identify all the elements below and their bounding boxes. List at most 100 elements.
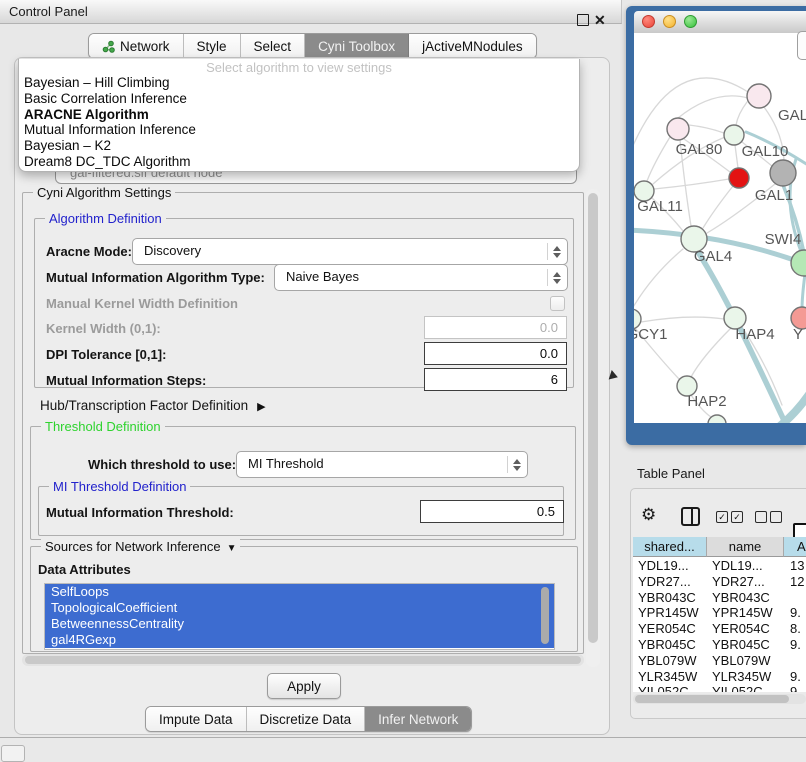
attribute-list-scrollbar[interactable] <box>541 587 549 644</box>
aracne-mode-combo[interactable]: Discovery <box>132 238 568 265</box>
column-header-next[interactable]: A <box>784 537 806 557</box>
algorithm-definition-title: Algorithm Definition <box>45 211 166 226</box>
network-canvas[interactable]: GALGAL80GAL10GAL1GAL11GAL4SWI4GCY1HAP4YH… <box>634 33 806 423</box>
attribute-item[interactable]: TopologicalCoefficient <box>45 600 554 616</box>
network-edge[interactable] <box>634 249 683 309</box>
mi-algorithm-type-combo[interactable]: Naive Bayes <box>274 264 568 291</box>
table-row[interactable]: YDR27...YDR27...12 <box>633 574 806 590</box>
network-edge[interactable] <box>735 145 738 168</box>
bottom-strip <box>0 738 806 762</box>
mi-steps-field[interactable]: 6 <box>424 368 567 391</box>
network-edge[interactable] <box>678 96 748 118</box>
table-row[interactable]: YER054CYER054C8. <box>633 621 806 637</box>
apply-button[interactable]: Apply <box>267 673 341 699</box>
tab-impute-data[interactable]: Impute Data <box>146 707 247 731</box>
deselect-all-unchecked-icon[interactable] <box>770 511 782 523</box>
mi-steps-label: Mutual Information Steps: <box>46 373 206 388</box>
network-edge[interactable] <box>691 328 731 377</box>
network-node-label: GAL1 <box>755 187 793 204</box>
network-edge[interactable] <box>641 317 724 322</box>
table-row[interactable]: YDL19...YDL19...13 <box>633 558 806 574</box>
network-edge[interactable] <box>647 137 670 181</box>
control-panel-title: Control Panel <box>0 0 621 23</box>
network-node-label: GCY1 <box>634 326 667 343</box>
manual-kernel-checkbox[interactable] <box>550 296 565 311</box>
network-node[interactable] <box>747 84 771 108</box>
which-threshold-combo[interactable]: MI Threshold <box>236 451 528 478</box>
network-edge[interactable] <box>703 186 733 228</box>
network-node-label: GAL80 <box>676 141 723 158</box>
tab-infer-network[interactable]: Infer Network <box>365 707 471 731</box>
mi-threshold-field[interactable]: 0.5 <box>420 500 564 523</box>
tab-cyni-toolbox[interactable]: Cyni Toolbox <box>305 34 409 58</box>
dropdown-item[interactable]: Mutual Information Inference <box>19 122 579 138</box>
dropdown-item[interactable]: Bayesian – K2 <box>19 138 579 154</box>
deselect-all-unchecked-icon[interactable] <box>755 511 767 523</box>
dropdown-item[interactable]: Basic Correlation Inference <box>19 91 579 107</box>
sources-title[interactable]: Sources for Network Inference▼ <box>41 539 240 554</box>
data-attributes-list: SelfLoops TopologicalCoefficient Between… <box>44 583 555 650</box>
mi-threshold-definition-title: MI Threshold Definition <box>49 479 190 494</box>
network-node[interactable] <box>667 118 689 140</box>
split-columns-icon[interactable] <box>681 507 700 526</box>
network-node[interactable] <box>729 168 749 188</box>
dropdown-item[interactable]: Dream8 DC_TDC Algorithm <box>19 154 579 170</box>
column-header-shared-name[interactable]: shared... <box>633 537 707 557</box>
dropdown-item-selected[interactable]: ARACNE Algorithm <box>19 107 579 123</box>
network-node[interactable] <box>724 125 744 145</box>
tab-network[interactable]: Network <box>89 34 184 58</box>
settings-gear-icon[interactable]: ⚙ <box>641 506 656 524</box>
algorithm-dropdown-list: Select algorithm to view settings Bayesi… <box>18 59 580 172</box>
minimize-traffic-light-icon[interactable] <box>663 15 676 28</box>
column-header-name[interactable]: name <box>707 537 784 557</box>
close-icon[interactable]: ✕ <box>594 13 606 27</box>
network-node-label: GAL11 <box>637 198 683 215</box>
settings-group-title: Cyni Algorithm Settings <box>33 185 175 200</box>
network-edge[interactable] <box>654 179 729 189</box>
tab-jactivemnodules[interactable]: jActiveMNodules <box>409 34 536 58</box>
network-node-label: SWI4 <box>765 231 802 248</box>
settings-vscroll-thumb[interactable] <box>588 193 598 643</box>
network-icon <box>102 40 115 53</box>
table-panel-title: Table Panel <box>637 466 705 481</box>
network-edge[interactable] <box>689 125 724 133</box>
network-edge[interactable] <box>802 274 805 310</box>
dropdown-item[interactable]: Bayesian – Hill Climbing <box>19 75 579 91</box>
network-node-label: GAL10 <box>742 143 789 160</box>
attribute-item[interactable]: gal4RGexp <box>45 632 554 648</box>
which-threshold-label: Which threshold to use: <box>88 457 236 472</box>
tab-style[interactable]: Style <box>184 34 241 58</box>
hub-definition-expander[interactable]: Hub/Transcription Factor Definition▶ <box>40 398 266 413</box>
dpi-tolerance-field[interactable]: 0.0 <box>424 342 567 365</box>
kernel-width-field[interactable]: 0.0 <box>424 316 567 339</box>
network-tool-overlay-fragment[interactable] <box>797 31 806 60</box>
network-window-titlebar <box>634 11 806 34</box>
tab-select[interactable]: Select <box>241 34 306 58</box>
settings-hscroll-thumb[interactable] <box>25 656 581 664</box>
network-edge[interactable] <box>736 102 747 125</box>
tab-discretize-data[interactable]: Discretize Data <box>247 707 366 731</box>
float-icon[interactable] <box>577 14 589 26</box>
network-node[interactable] <box>770 160 796 186</box>
table-row[interactable]: YBL079WYBL079W <box>633 653 806 669</box>
expand-right-icon: ▶ <box>257 400 265 413</box>
zoom-traffic-light-icon[interactable] <box>684 15 697 28</box>
table-row[interactable]: YPR145WYPR145W9. <box>633 605 806 621</box>
close-traffic-light-icon[interactable] <box>642 15 655 28</box>
table-row[interactable]: YIL052CYIL052C9 <box>633 684 806 692</box>
data-attributes-label: Data Attributes <box>38 562 131 577</box>
attribute-item[interactable]: BetweennessCentrality <box>45 616 554 632</box>
table-row[interactable]: YLR345WYLR345W9. <box>633 669 806 685</box>
control-panel-tabbar: Network Style Select Cyni Toolbox jActiv… <box>88 33 537 59</box>
network-node-label: Y <box>793 326 803 343</box>
attribute-item[interactable]: SelfLoops <box>45 584 554 600</box>
table-row[interactable]: YBR045CYBR045C9. <box>633 637 806 653</box>
tab-network-label: Network <box>120 39 170 54</box>
table-row[interactable]: YBR043CYBR043C <box>633 590 806 606</box>
network-node[interactable] <box>791 250 806 276</box>
dropdown-placeholder: Select algorithm to view settings <box>19 59 579 75</box>
select-all-checked-icon[interactable]: ✓ <box>716 511 728 523</box>
table-hscroll-thumb[interactable] <box>635 695 789 703</box>
select-all-checked-icon[interactable]: ✓ <box>731 511 743 523</box>
bottom-left-button[interactable] <box>1 745 25 762</box>
